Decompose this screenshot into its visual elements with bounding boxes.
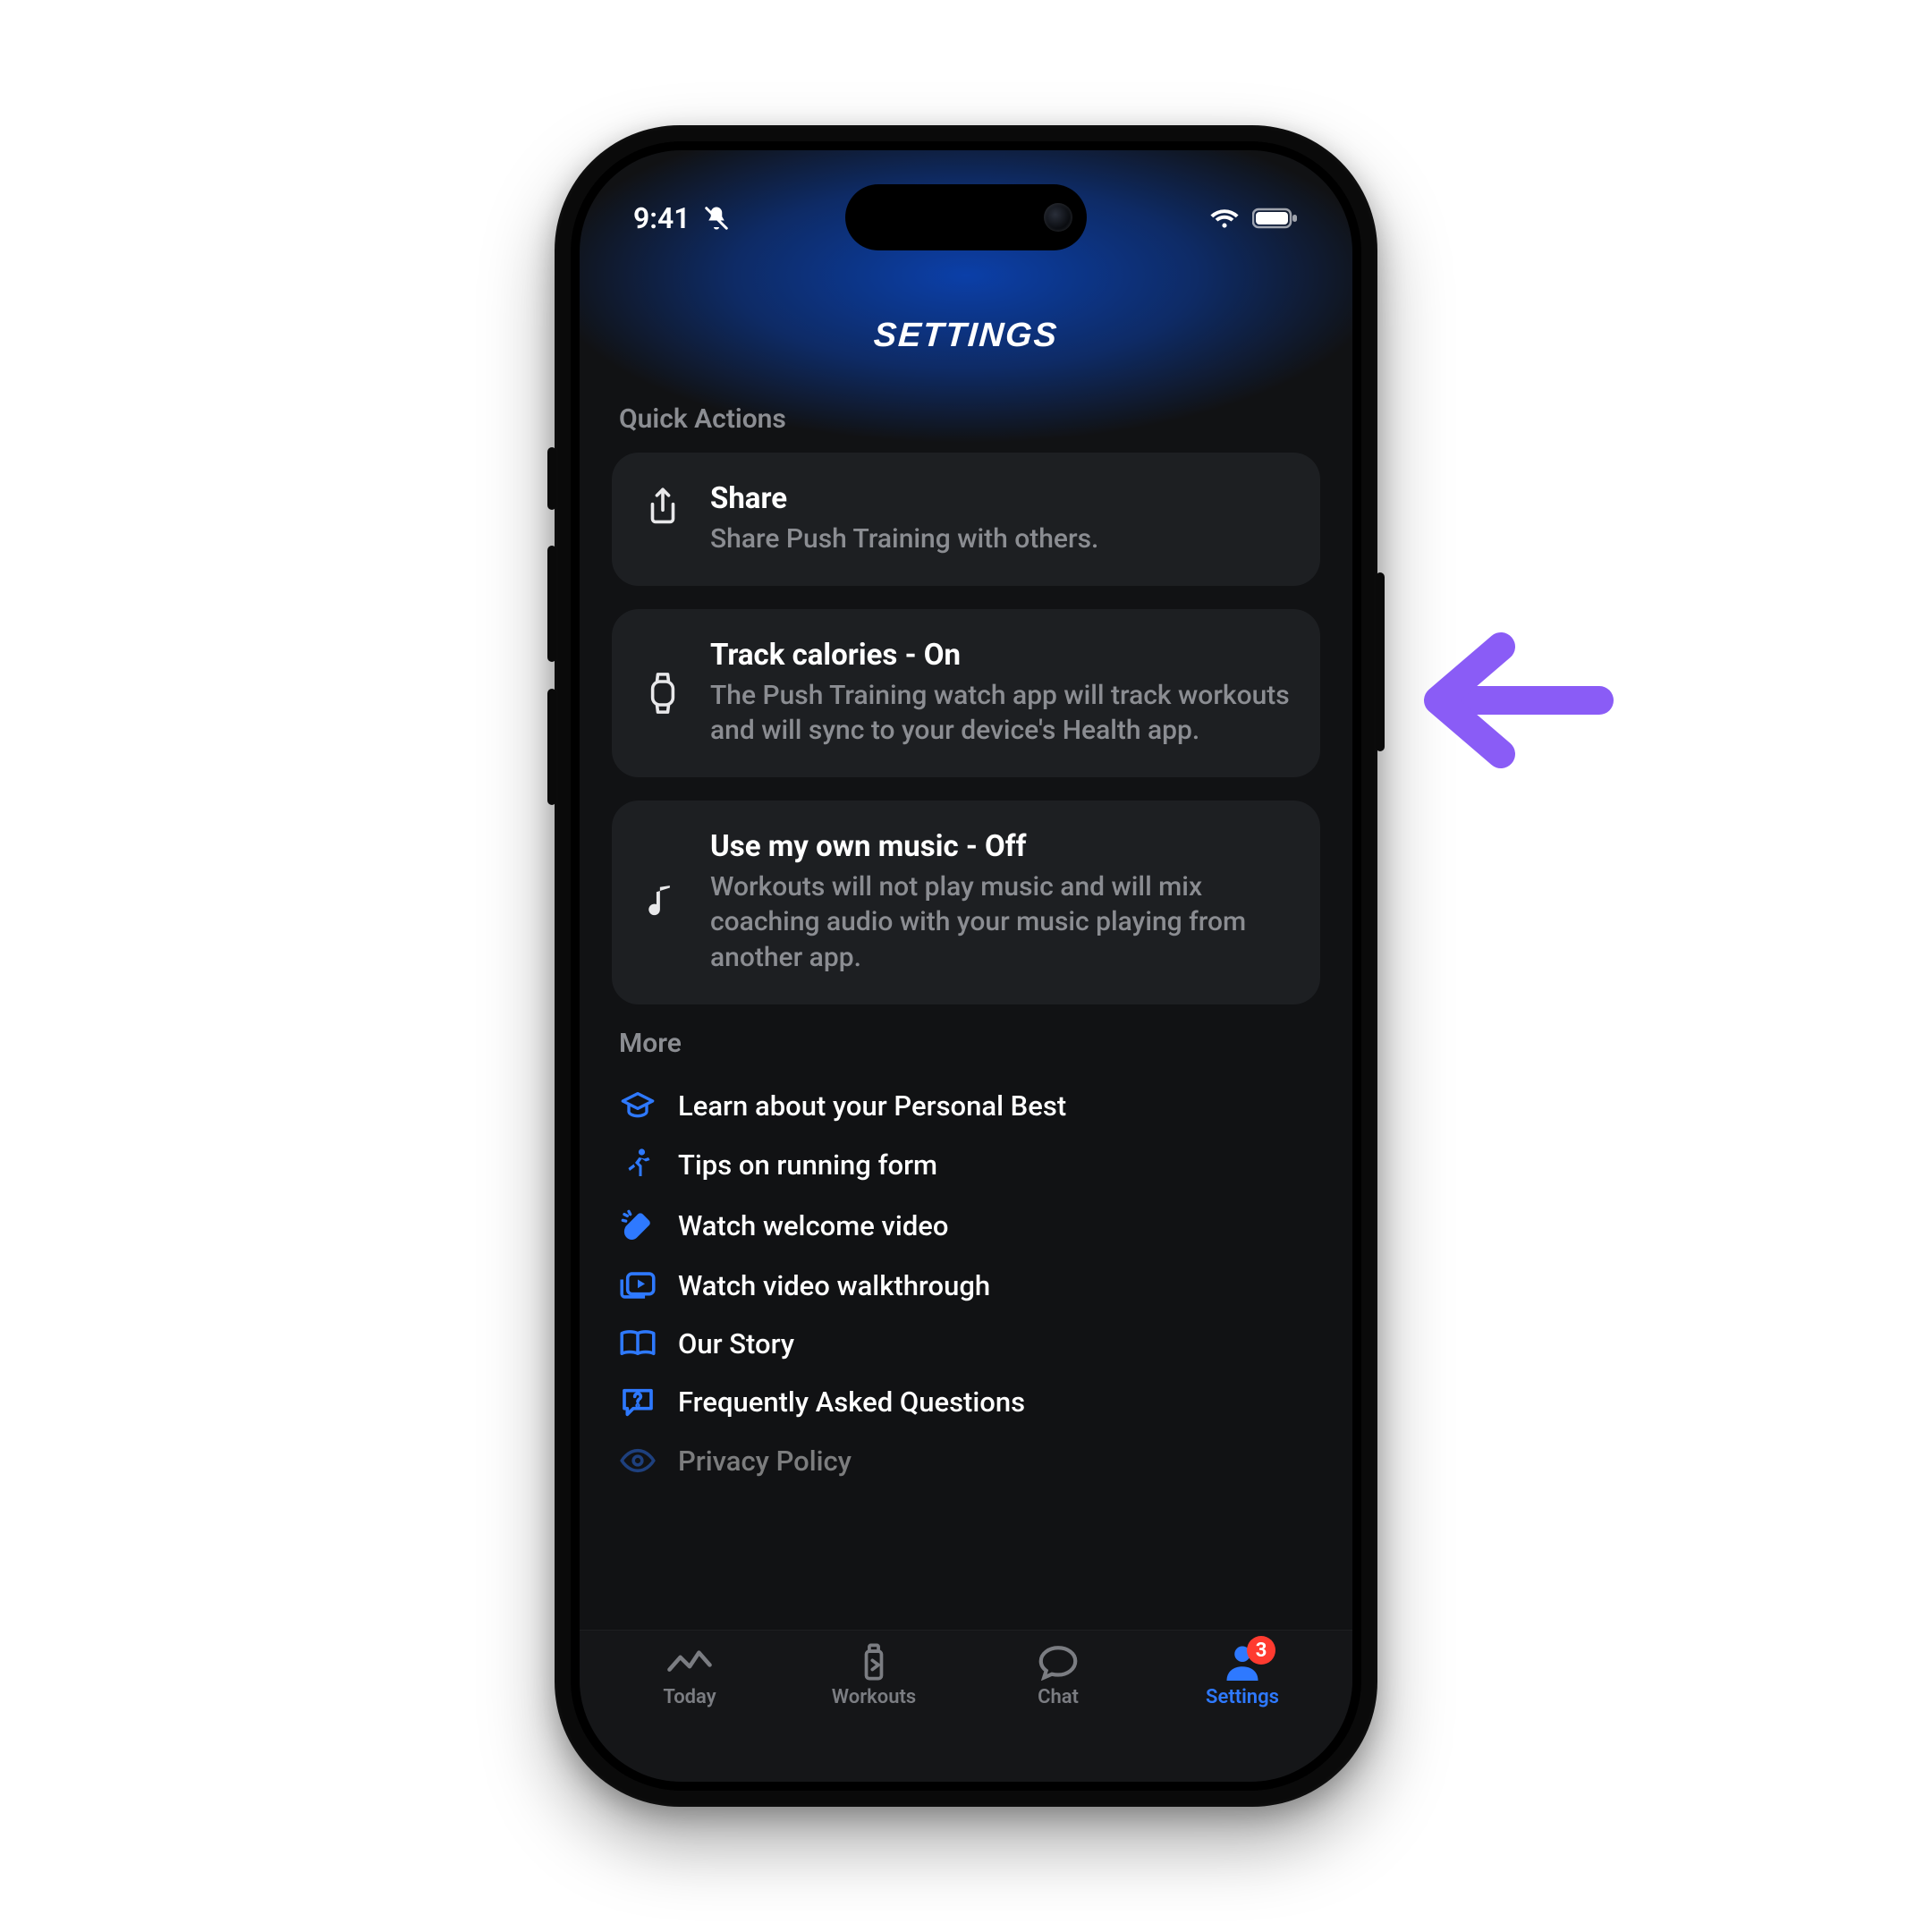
volume-down-button [547, 689, 556, 805]
more-item-label: Frequently Asked Questions [678, 1385, 1025, 1419]
tab-bar: Today Workouts [580, 1630, 1352, 1782]
wifi-icon [1209, 207, 1240, 230]
bell-slash-icon [703, 205, 730, 232]
runner-icon [617, 1148, 658, 1183]
grad-cap-icon [617, 1090, 658, 1121]
more-item-label: Our Story [678, 1327, 794, 1360]
front-camera [1044, 203, 1072, 232]
clap-icon [617, 1208, 658, 1244]
card-desc: Workouts will not play music and will mi… [710, 869, 1293, 976]
more-item-label: Watch welcome video [678, 1209, 948, 1242]
music-note-icon [639, 883, 687, 922]
phone-frame: 9:41 [555, 125, 1377, 1807]
more-item-welcome-video[interactable]: Watch welcome video [612, 1196, 1320, 1257]
more-item-video-walkthrough[interactable]: Watch video walkthrough [612, 1257, 1320, 1315]
tab-label: Today [663, 1686, 716, 1708]
card-title: Share [710, 481, 1293, 516]
quick-action-own-music[interactable]: Use my own music - Off Workouts will not… [612, 801, 1320, 1004]
tab-label: Settings [1206, 1686, 1279, 1708]
eye-icon [617, 1447, 658, 1474]
more-label: More [619, 1028, 1313, 1059]
faq-icon [617, 1385, 658, 1419]
volume-up-button [547, 546, 556, 662]
quick-action-track-calories[interactable]: Track calories - On The Push Training wa… [612, 609, 1320, 777]
play-rect-icon [617, 1270, 658, 1301]
settings-scroll[interactable]: Quick Actions Share [580, 382, 1352, 1782]
more-item-label: Tips on running form [678, 1148, 937, 1182]
card-desc: Share Push Training with others. [710, 521, 1293, 557]
person-icon: 3 [1218, 1643, 1267, 1681]
tab-badge: 3 [1247, 1636, 1275, 1665]
dynamic-island [845, 184, 1087, 250]
mute-switch [547, 447, 556, 510]
battery-icon [1252, 207, 1299, 230]
more-item-privacy[interactable]: Privacy Policy [612, 1432, 1320, 1490]
watch-icon [639, 670, 687, 716]
card-desc: The Push Training watch app will track w… [710, 678, 1293, 749]
quick-actions-label: Quick Actions [619, 403, 1313, 435]
card-title: Track calories - On [710, 638, 1293, 673]
more-item-faq[interactable]: Frequently Asked Questions [612, 1373, 1320, 1432]
quick-action-share[interactable]: Share Share Push Training with others. [612, 453, 1320, 586]
more-item-label: Watch video walkthrough [678, 1269, 990, 1302]
tab-settings[interactable]: 3 Settings [1150, 1643, 1335, 1782]
callout-arrow [1411, 624, 1617, 776]
tab-label: Chat [1038, 1686, 1079, 1708]
share-icon [639, 481, 687, 528]
tab-workouts[interactable]: Workouts [782, 1643, 966, 1782]
more-item-label: Learn about your Personal Best [678, 1089, 1066, 1123]
chat-bubble-icon [1034, 1643, 1082, 1681]
bottle-icon [850, 1643, 898, 1681]
power-button [1376, 572, 1385, 751]
status-time: 9:41 [633, 201, 691, 235]
more-item-personal-best[interactable]: Learn about your Personal Best [612, 1077, 1320, 1135]
tab-today[interactable]: Today [597, 1643, 782, 1782]
tab-chat[interactable]: Chat [966, 1643, 1150, 1782]
chart-line-icon [665, 1643, 714, 1681]
book-icon [617, 1328, 658, 1359]
more-item-running-form[interactable]: Tips on running form [612, 1135, 1320, 1196]
page-title: SETTINGS [580, 317, 1352, 355]
tab-label: Workouts [832, 1686, 916, 1708]
more-item-label: Privacy Policy [678, 1445, 852, 1478]
more-item-our-story[interactable]: Our Story [612, 1315, 1320, 1373]
card-title: Use my own music - Off [710, 829, 1293, 864]
screen: 9:41 [580, 150, 1352, 1782]
